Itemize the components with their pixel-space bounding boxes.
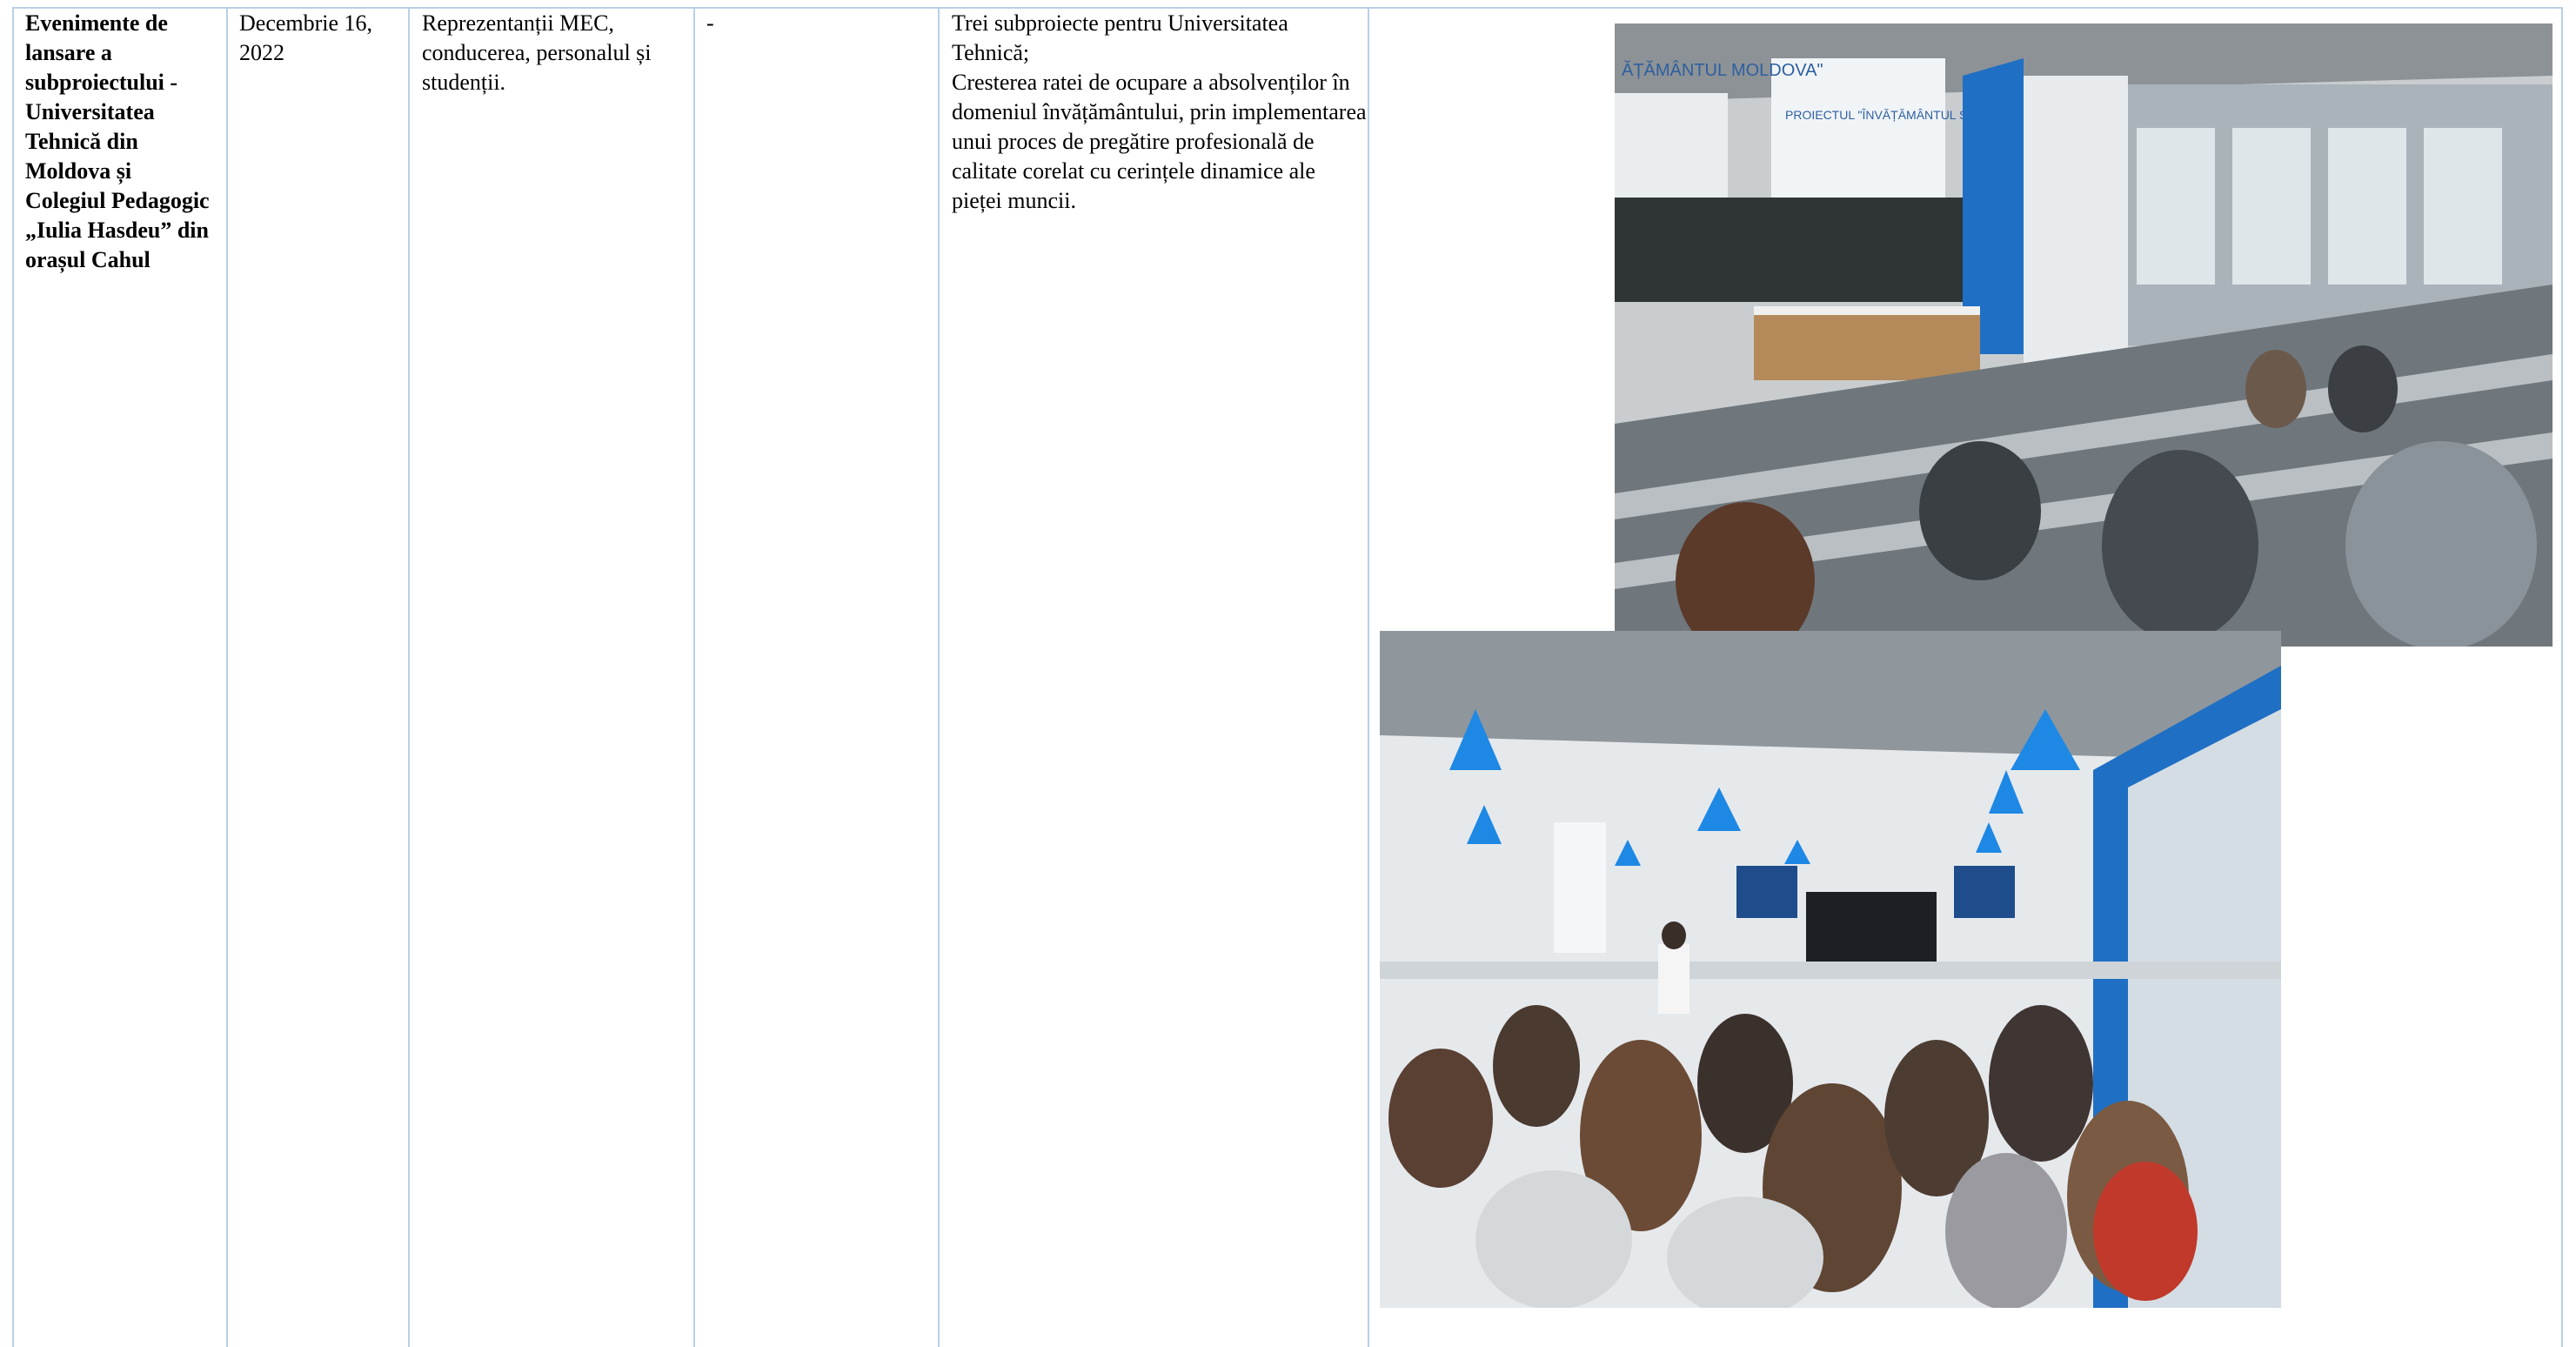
results-line-2: Cresterea ratei de ocupare a absolvențil…: [952, 70, 1367, 213]
auditorium-event-photo: ĂȚĂMÂNTUL MOLDOVA" PROIECTUL "ÎNVĂȚĂMÂNT…: [1615, 23, 2553, 647]
classroom-event-photo: [1380, 631, 2281, 1308]
results-line-1: Trei subproiecte pentru Universitatea Te…: [952, 10, 1288, 65]
column-divider: [693, 7, 695, 1347]
event-date-cell: Decembrie 16, 2022: [239, 10, 373, 65]
results-cell: Trei subproiecte pentru Universitatea Te…: [952, 9, 1369, 216]
column-divider: [938, 7, 940, 1347]
participants-cell: Reprezentanții MEC, conducerea, personal…: [422, 10, 652, 95]
column-divider: [226, 7, 228, 1347]
column-divider: [408, 7, 410, 1347]
event-title-cell: Evenimente de lansare a subproiectului -…: [25, 10, 210, 272]
extra-cell: -: [706, 10, 714, 36]
auditorium-screen-left-text: ĂȚĂMÂNTUL MOLDOVA": [1622, 60, 1823, 80]
